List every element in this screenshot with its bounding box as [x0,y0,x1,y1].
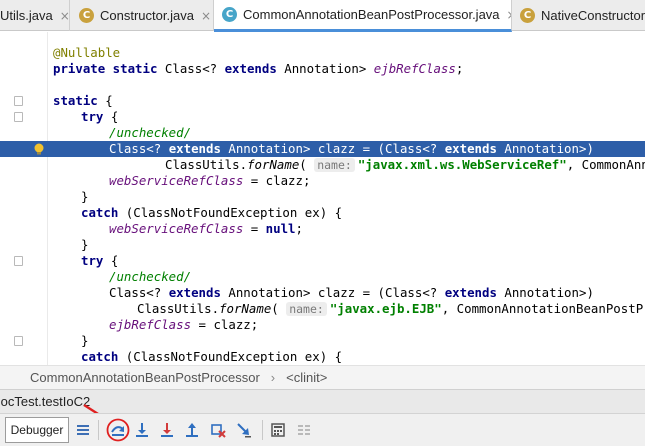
parameter-hint: name: [286,302,327,316]
force-step-into-icon[interactable] [157,420,177,440]
code-line: ClassUtils.forName( name: "javax.ejb.EJB"… [137,301,645,316]
debug-session-tab[interactable]: IocTest.testIoC2 [0,394,90,409]
fold-marker-icon[interactable] [14,112,23,122]
tab-label: Utils.java [0,8,53,23]
code-line: /unchecked/ [109,125,192,140]
run-to-cursor-icon[interactable] [234,420,254,440]
code-line: private static Class<? extends Annotatio… [53,61,464,76]
tab-label: CommonAnnotationBeanPostProcessor.java [243,7,500,22]
current-execution-line: Class<? extends Annotation> clazz = (Cla… [0,141,645,157]
debug-toolbar: Debugger [0,413,645,446]
code-line: } [81,189,89,204]
show-frames-icon[interactable] [73,420,93,440]
code-line: } [0,333,645,349]
tab-common-annotation-bean-post-processor[interactable]: C CommonAnnotationBeanPostProcessor.java… [214,0,512,32]
code-line: ClassUtils.forName( name: "javax.xml.ws.W… [165,157,645,172]
close-icon[interactable]: × [201,9,211,23]
parameter-hint: name: [314,158,355,172]
tab-label: NativeConstructor... [541,8,645,23]
toolbar-separator [262,420,263,440]
lightbulb-icon[interactable] [33,143,45,155]
breadcrumb-class[interactable]: CommonAnnotationBeanPostProcessor [30,370,260,385]
class-icon: C [520,8,535,23]
class-icon: C [222,7,237,22]
code-line: } [81,237,89,252]
evaluate-expression-icon[interactable] [268,420,288,440]
toolbar-separator [98,420,99,440]
fold-marker-icon[interactable] [14,336,23,346]
code-editor[interactable]: @Nullable private static Class<? extends… [0,32,645,365]
close-icon[interactable]: × [60,9,69,23]
code-line: catch (ClassNotFoundException ex) { [81,205,343,220]
code-line: try { [0,109,645,125]
class-icon: C [79,8,94,23]
fold-marker-icon[interactable] [14,96,23,106]
step-over-icon[interactable] [106,418,130,442]
tab-debugger[interactable]: Debugger [5,417,69,443]
code-line: /unchecked/ [109,269,192,284]
code-line: ejbRefClass = clazz; [109,317,259,332]
code-line: webServiceRefClass = clazz; [109,173,311,188]
code-line: catch (ClassNotFoundException ex) { [81,349,343,364]
tab-constructor[interactable]: C Constructor.java × [72,0,214,31]
code-line: Class<? extends Annotation> clazz = (Cla… [109,285,594,300]
breadcrumb-method[interactable]: <clinit> [286,370,327,385]
editor-tab-bar: Utils.java × C Constructor.java × C Comm… [0,0,645,32]
breadcrumb-separator: › [270,370,276,385]
code-line: @Nullable [53,45,121,60]
fold-marker-icon[interactable] [14,256,23,266]
step-into-icon[interactable] [132,420,152,440]
code-line: static { [0,93,645,109]
trace-stream-icon[interactable] [294,420,314,440]
step-out-icon[interactable] [182,420,202,440]
tab-utils[interactable]: Utils.java × [0,0,70,31]
code-line: try { [0,253,645,269]
tab-native-constructor[interactable]: C NativeConstructor... [512,0,645,31]
breadcrumb: CommonAnnotationBeanPostProcessor › <cli… [0,365,645,389]
drop-frame-icon[interactable] [208,420,228,440]
code-line: webServiceRefClass = null; [109,221,303,236]
tab-label: Constructor.java [100,8,194,23]
